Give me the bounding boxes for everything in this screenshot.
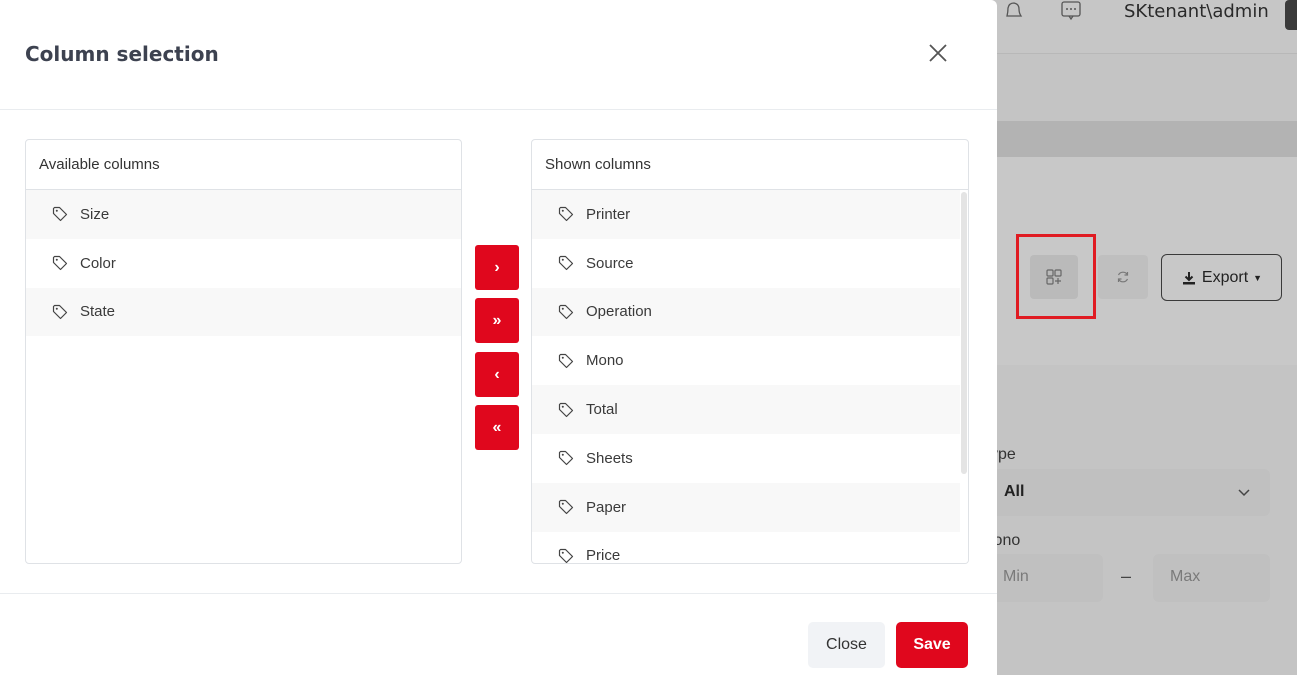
scrollbar-thumb[interactable] bbox=[961, 192, 967, 474]
shown-columns-list: Printer Source Operation Mono Total Shee… bbox=[532, 190, 968, 564]
modal-title: Column selection bbox=[25, 42, 219, 66]
move-left-button[interactable]: ‹ bbox=[475, 352, 519, 397]
list-item[interactable]: Size bbox=[26, 190, 461, 239]
list-item[interactable]: Source bbox=[532, 239, 961, 288]
list-item[interactable]: Paper bbox=[532, 482, 961, 532]
list-item[interactable]: Printer bbox=[532, 190, 961, 239]
list-item-label: Printer bbox=[586, 205, 631, 223]
tag-icon bbox=[558, 500, 574, 515]
list-item-label: Price bbox=[586, 547, 621, 564]
type-select[interactable] bbox=[990, 469, 1270, 516]
header-divider bbox=[0, 109, 997, 110]
list-item-label: Total bbox=[586, 401, 618, 419]
export-button[interactable]: Export ▼ bbox=[1161, 254, 1282, 301]
list-item[interactable]: Total bbox=[532, 385, 961, 434]
column-selection-modal: Column selection Available columns Size … bbox=[0, 0, 997, 675]
list-item-label: State bbox=[80, 303, 116, 321]
list-item-label: Paper bbox=[586, 498, 627, 516]
list-item[interactable]: Price bbox=[532, 532, 961, 564]
tag-icon bbox=[52, 304, 68, 320]
list-item-label: Sheets bbox=[586, 449, 633, 467]
tag-icon bbox=[558, 548, 574, 563]
tag-icon bbox=[558, 353, 574, 368]
available-columns-header: Available columns bbox=[26, 140, 461, 190]
move-all-right-button[interactable]: » bbox=[475, 298, 519, 343]
user-name[interactable]: SKtenant\admin bbox=[1124, 1, 1269, 22]
tag-icon bbox=[558, 207, 574, 222]
available-columns-list: Size Color State bbox=[26, 190, 461, 563]
list-item[interactable]: Sheets bbox=[532, 434, 961, 483]
tag-icon bbox=[558, 402, 574, 417]
range-separator: – bbox=[1121, 566, 1132, 586]
shown-columns-panel: Shown columns Printer Source Operation M… bbox=[531, 139, 969, 564]
list-item-label: Size bbox=[80, 205, 110, 223]
tag-icon bbox=[52, 207, 68, 222]
refresh-button[interactable] bbox=[1098, 255, 1148, 299]
available-columns-panel: Available columns Size Color State bbox=[25, 139, 462, 564]
shown-columns-header: Shown columns bbox=[532, 140, 968, 190]
list-item[interactable]: Operation bbox=[532, 287, 961, 337]
footer-divider bbox=[0, 593, 997, 594]
chevron-down-icon bbox=[1238, 489, 1250, 497]
list-item[interactable]: Mono bbox=[532, 336, 961, 385]
tag-icon bbox=[558, 256, 574, 271]
close-button[interactable]: Close bbox=[808, 622, 885, 668]
save-button[interactable]: Save bbox=[896, 622, 968, 668]
tag-icon bbox=[558, 451, 574, 466]
avatar[interactable] bbox=[1285, 0, 1297, 30]
chevron-down-icon: ▼ bbox=[1253, 272, 1263, 283]
download-icon bbox=[1182, 271, 1195, 284]
list-item-label: Operation bbox=[586, 303, 652, 321]
list-item[interactable]: State bbox=[26, 287, 461, 337]
list-item-label: Color bbox=[80, 254, 116, 272]
bell-icon[interactable] bbox=[1003, 0, 1023, 22]
tag-icon bbox=[52, 256, 68, 271]
message-icon[interactable] bbox=[1060, 0, 1082, 22]
refresh-icon bbox=[1117, 271, 1129, 283]
tag-icon bbox=[558, 304, 574, 320]
highlight-box bbox=[1016, 234, 1096, 319]
type-select-value: All bbox=[1004, 483, 1025, 500]
max-placeholder: Max bbox=[1170, 568, 1201, 585]
export-label: Export bbox=[1201, 268, 1249, 286]
move-right-button[interactable]: › bbox=[475, 245, 519, 290]
scrollbar[interactable] bbox=[960, 190, 968, 563]
list-item-label: Mono bbox=[586, 352, 624, 370]
move-all-left-button[interactable]: « bbox=[475, 405, 519, 450]
list-item-label: Source bbox=[586, 254, 634, 272]
close-icon[interactable] bbox=[926, 41, 950, 65]
list-item[interactable]: Color bbox=[26, 239, 461, 288]
min-placeholder: Min bbox=[1003, 568, 1029, 585]
